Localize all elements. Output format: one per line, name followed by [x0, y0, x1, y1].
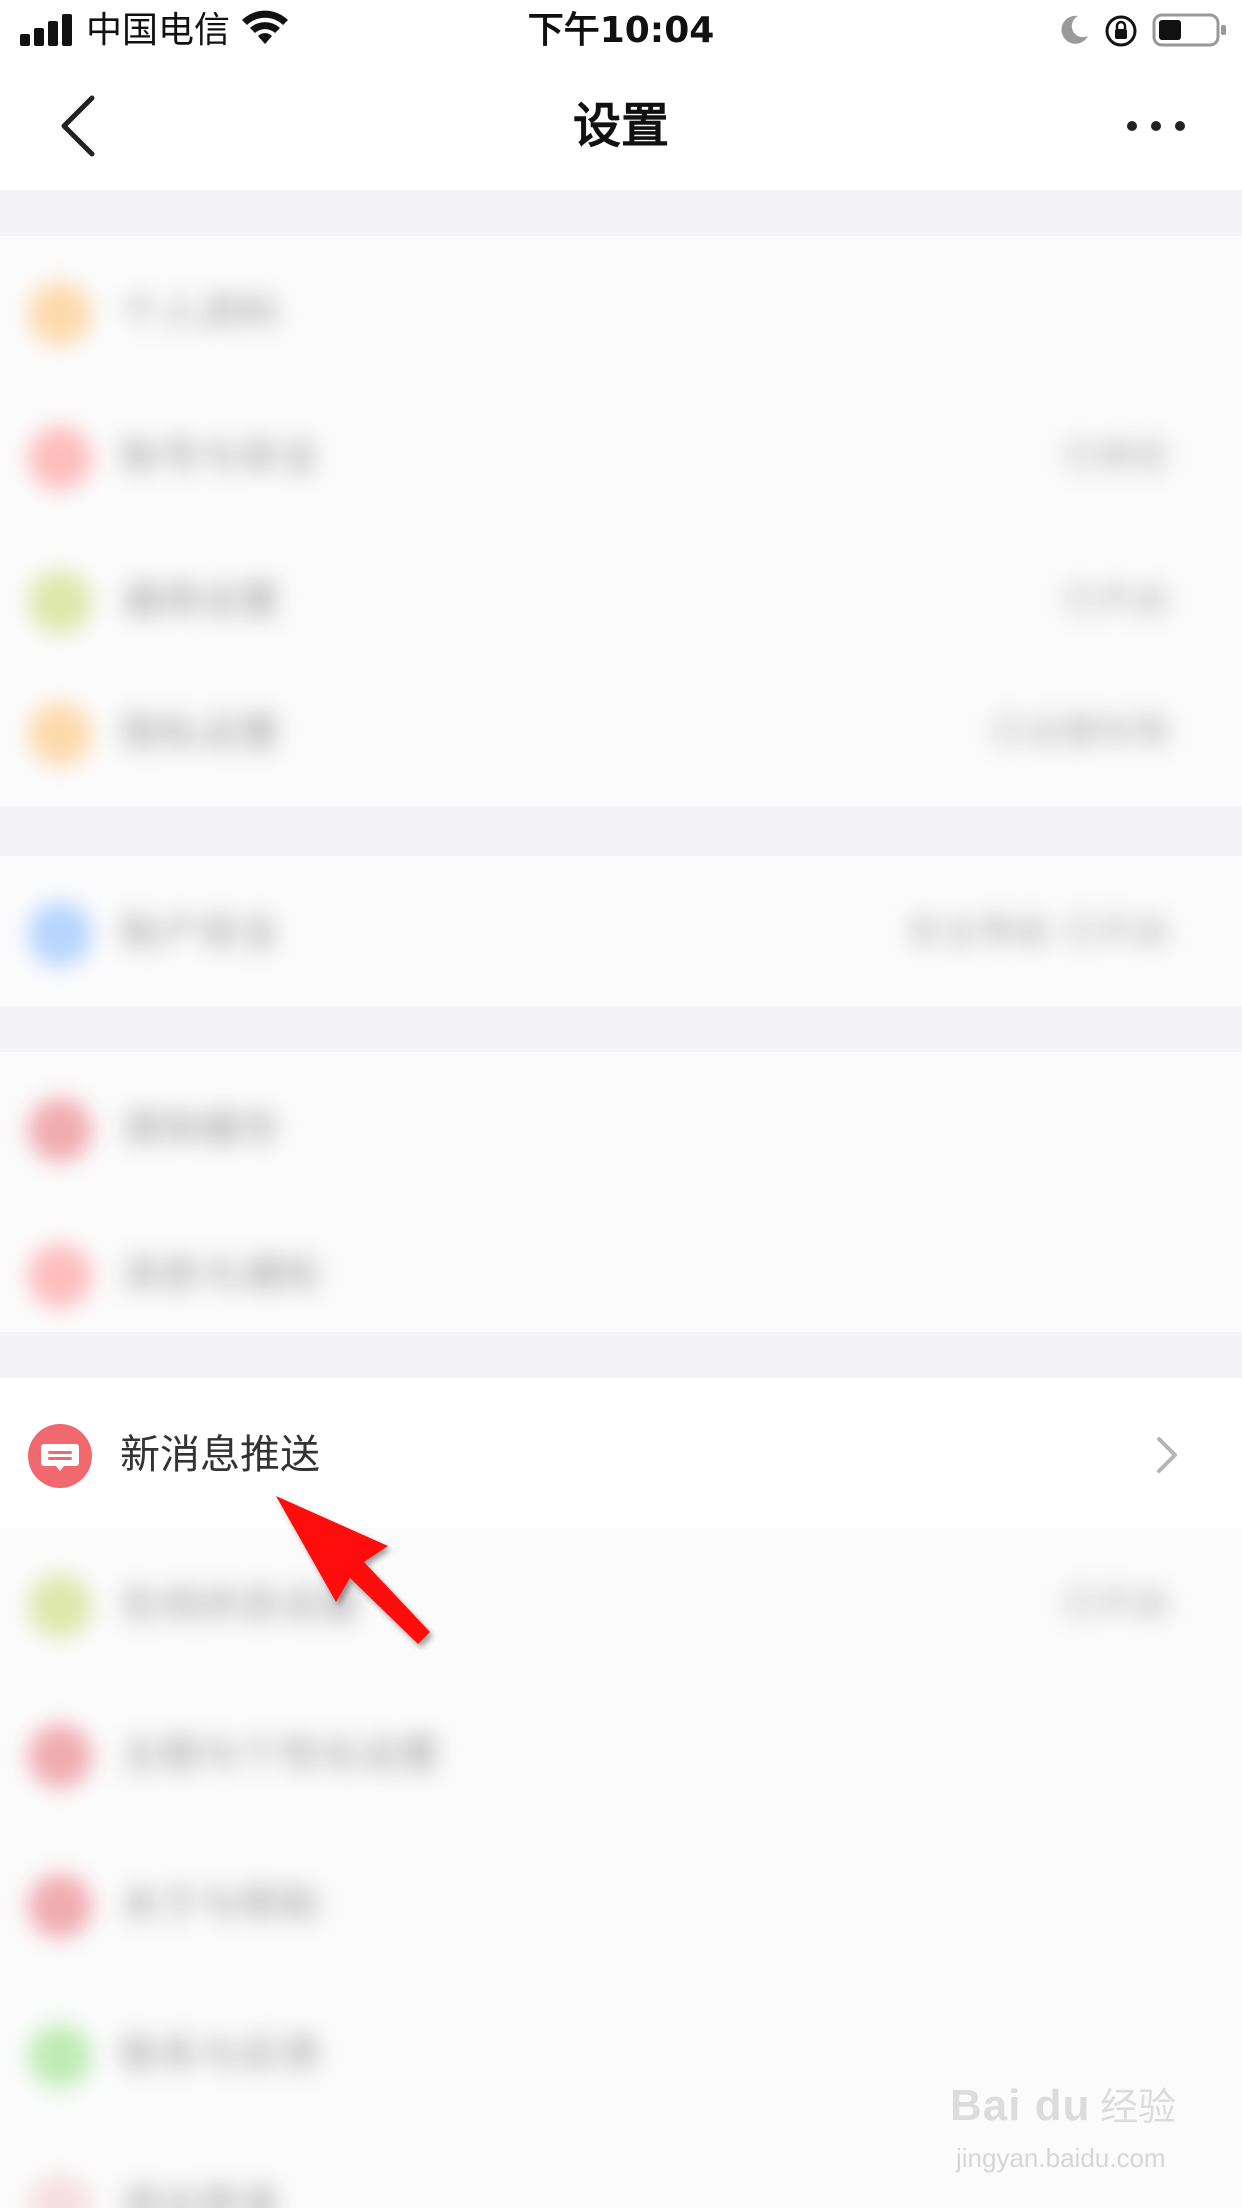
row-label: 消息与通知 — [120, 1252, 320, 1298]
settings-row[interactable]: 关于与帮助 — [0, 1828, 1242, 1978]
settings-row[interactable]: 清除缓存 — [0, 1052, 1242, 1202]
more-icon[interactable] — [1124, 106, 1188, 146]
settings-row[interactable]: 通用设置 已开启 — [0, 524, 1242, 674]
row-label: 账户安全 — [120, 910, 280, 956]
settings-group-2: 账户安全 安全等级 已开启 — [0, 856, 1242, 1006]
row-label: 新消息推送 — [120, 1432, 320, 1478]
row-value: 已绑定 — [1061, 436, 1170, 477]
row-icon — [28, 902, 92, 966]
row-label: 退出登录 — [120, 2182, 280, 2208]
orientation-lock-icon — [1105, 15, 1137, 47]
status-time: 下午10:04 — [527, 10, 715, 51]
page-title: 设置 — [572, 98, 669, 154]
battery-icon — [1152, 13, 1226, 47]
settings-group-1: 个人资料 账号与安全 已绑定 通用设置 已开启 隐私设置 已设置权限 — [0, 236, 1242, 806]
row-icon — [28, 1574, 92, 1638]
moon-icon — [1061, 15, 1088, 44]
settings-row[interactable]: 隐私设置 已设置权限 — [0, 656, 1242, 806]
row-icon — [28, 2024, 92, 2088]
nav-bar: 设置 — [0, 62, 1242, 190]
row-value: 安全等级 已开启 — [906, 912, 1170, 953]
settings-row-new-message-push[interactable]: 新消息推送 — [0, 1378, 1242, 1528]
settings-row[interactable]: 主题与个性化设置 — [0, 1678, 1242, 1828]
row-label: 关于与帮助 — [120, 1882, 320, 1928]
row-label: 清除缓存 — [120, 1106, 280, 1152]
settings-row[interactable]: 消息与通知 — [0, 1198, 1242, 1348]
settings-row[interactable]: 账户安全 安全等级 已开启 — [0, 856, 1242, 1006]
row-label: 联系与反馈 — [120, 2032, 320, 2078]
row-label: 通用设置 — [120, 578, 280, 624]
row-value: 已开启 — [1061, 1584, 1170, 1625]
row-icon — [28, 570, 92, 634]
message-icon — [28, 1424, 92, 1488]
settings-row[interactable]: 个人资料 — [0, 236, 1242, 386]
status-bar: 中国电信 下午10:04 — [0, 0, 1242, 62]
row-icon — [28, 1098, 92, 1162]
row-icon — [28, 1874, 92, 1938]
row-label: 主题与个性化设置 — [120, 1732, 440, 1778]
annotation-arrow-icon — [276, 1496, 430, 1644]
row-icon — [28, 282, 92, 346]
row-label: 个人资料 — [120, 290, 280, 336]
row-icon — [28, 1244, 92, 1308]
row-value: 已设置权限 — [989, 712, 1170, 753]
row-icon — [28, 426, 92, 490]
settings-group-3: 清除缓存 消息与通知 — [0, 1052, 1242, 1332]
baidu-jingyan-watermark: Bai du 经验 jingyan.baidu.com — [950, 2076, 1190, 2186]
row-icon — [28, 2174, 92, 2208]
row-label: 账号与安全 — [120, 434, 320, 480]
row-label: 隐私设置 — [120, 710, 280, 756]
watermark-brand: Bai du — [950, 2081, 1091, 2130]
row-icon — [28, 1724, 92, 1788]
settings-row[interactable]: 账号与安全 已绑定 — [0, 380, 1242, 530]
row-icon — [28, 702, 92, 766]
watermark-url: jingyan.baidu.com — [956, 2143, 1166, 2173]
row-value: 已开启 — [1061, 580, 1170, 621]
settings-row[interactable]: 在线状态设置 已开启 — [0, 1528, 1242, 1678]
watermark-cn: 经验 — [1100, 2085, 1177, 2129]
chevron-right-icon — [1157, 1437, 1177, 1473]
